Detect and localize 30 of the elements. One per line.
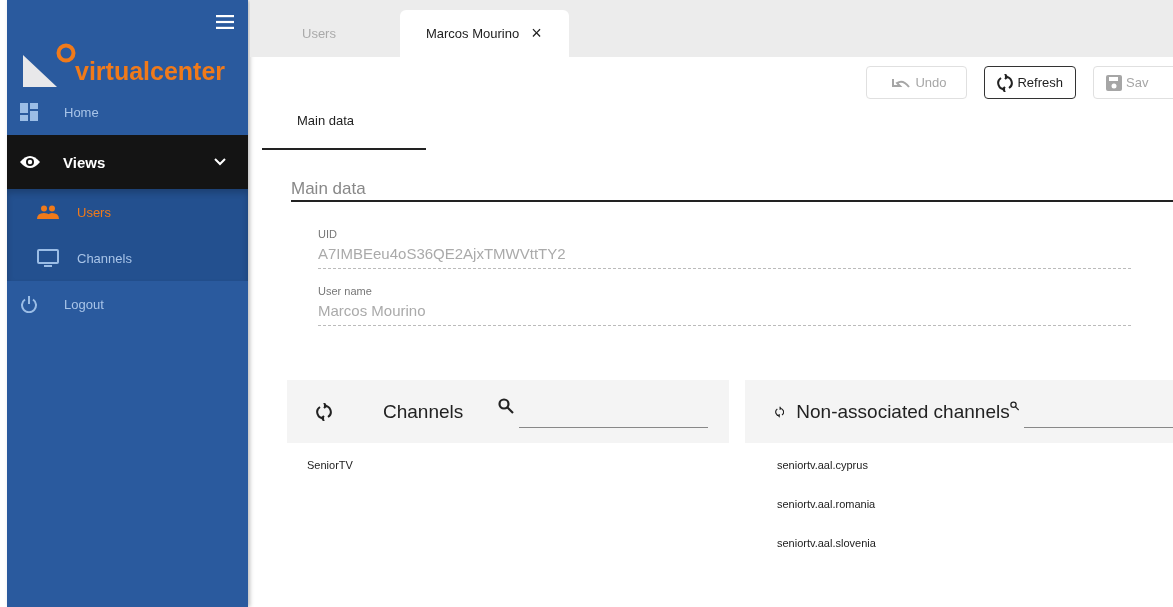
section-title: Main data: [291, 179, 1173, 202]
menu-icon[interactable]: [216, 15, 234, 29]
panel-title: Non-associated channels: [796, 400, 1010, 423]
list-item[interactable]: seniortv.aal.romania: [745, 482, 1173, 521]
power-icon: [20, 295, 38, 313]
people-icon: [37, 205, 59, 219]
toolbar-button[interactable]: Refresh: [984, 66, 1076, 99]
monitor-icon: [37, 249, 59, 267]
list-item[interactable]: seniortv.aal.cyprus: [745, 443, 1173, 482]
sidebar-group[interactable]: Views: [7, 135, 248, 189]
refresh-icon: [997, 73, 1014, 92]
sidebar-item[interactable]: Home: [7, 89, 248, 135]
field-label: User name: [318, 285, 372, 297]
tab[interactable]: Main data: [262, 113, 426, 150]
chevron-icon: [214, 158, 226, 166]
eye-icon: [19, 155, 41, 169]
logo-text: virtualcenter: [75, 57, 226, 86]
refresh-icon[interactable]: [316, 402, 332, 421]
field-label: UID: [318, 228, 337, 240]
save-icon: [1106, 74, 1122, 91]
panel-title: Channels: [383, 400, 464, 423]
dashboard-icon: [20, 103, 38, 121]
list-item[interactable]: seniortv.aal.slovenia: [745, 521, 1173, 560]
sidebar-item[interactable]: Channels: [7, 235, 248, 281]
close-icon[interactable]: ×: [531, 23, 542, 44]
undo-icon: [891, 76, 912, 89]
sidebar-item[interactable]: Logout: [7, 281, 248, 327]
search-icon: [498, 398, 515, 414]
list-item[interactable]: SeniorTV: [287, 443, 729, 482]
tab[interactable]: Marcos Mourino ×: [399, 10, 569, 57]
